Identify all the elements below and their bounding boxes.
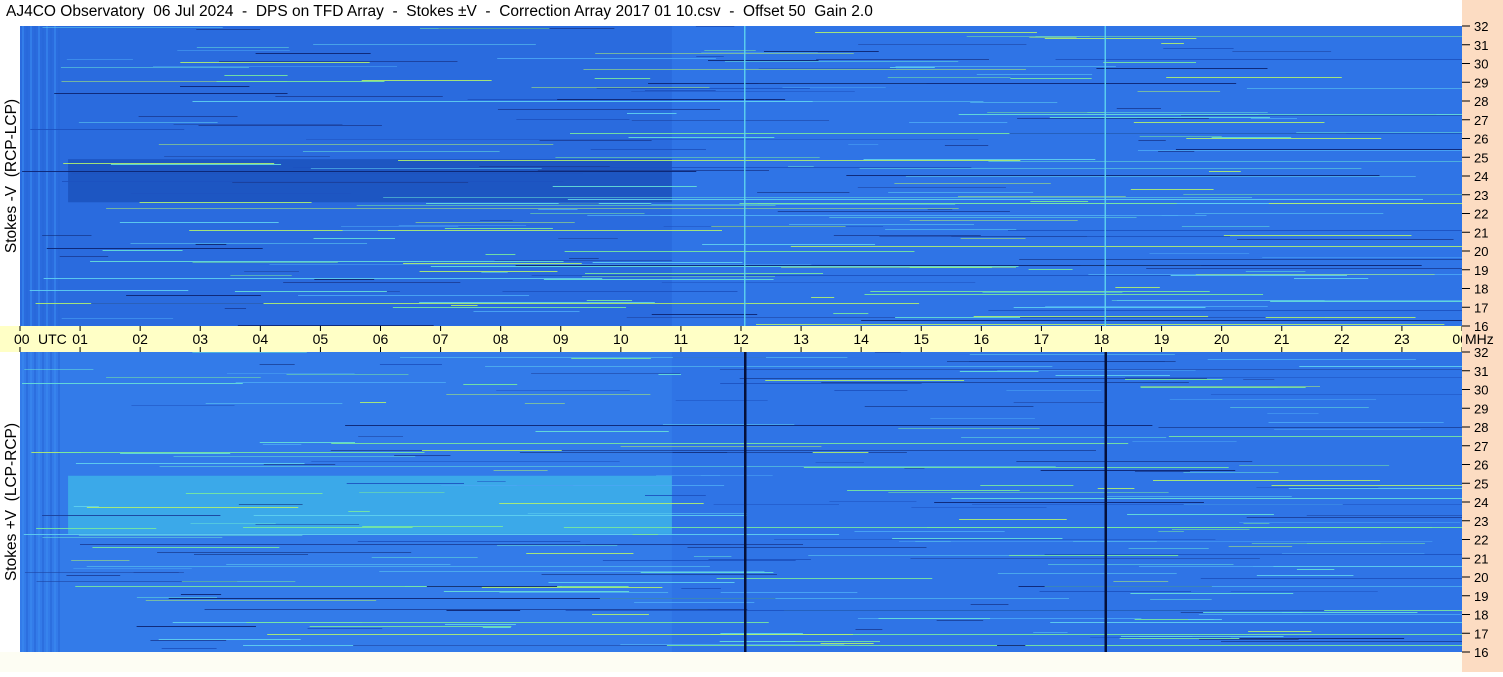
utc-tick-label: 17	[1034, 331, 1050, 347]
mhz-tick-label: 22	[1474, 207, 1488, 222]
utc-tick-label: 07	[433, 331, 449, 347]
mhz-tick-label: 30	[1474, 383, 1488, 398]
utc-tick-label: 16	[974, 331, 990, 347]
mhz-tick-label: 18	[1474, 282, 1488, 297]
bottom-margin	[0, 652, 1462, 672]
utc-tick-label: 19	[1154, 331, 1170, 347]
mhz-tick-label: 18	[1474, 608, 1488, 623]
utc-tick-label: 22	[1334, 331, 1350, 347]
mhz-tick-label: 20	[1474, 244, 1488, 259]
mhz-tick-label: 19	[1474, 589, 1488, 604]
utc-unit-label: UTC	[38, 331, 67, 347]
mhz-tick-label: 21	[1474, 225, 1488, 240]
mhz-tick-label: 21	[1474, 551, 1488, 566]
mhz-tick-label: 29	[1474, 75, 1488, 90]
mhz-tick-label: 32	[1474, 19, 1488, 34]
utc-tick-label: 14	[853, 331, 869, 347]
top-panel-ylabel: Stokes -V (RCP-LCP)	[3, 98, 20, 254]
mhz-tick-label: 20	[1474, 570, 1488, 585]
chart-title: AJ4CO Observatory 06 Jul 2024 - DPS on T…	[6, 3, 873, 20]
utc-time-axis: 00 01 02 03 04 05 06 07 08 09 10 11 12 13 14 15 16 17 18 19…	[0, 326, 1468, 352]
mhz-tick-label: 19	[1474, 263, 1488, 278]
mhz-tick-label: 32	[1474, 345, 1488, 360]
mhz-tick-label: 27	[1474, 439, 1488, 454]
utc-tick-label: 18	[1094, 331, 1110, 347]
utc-tick-label: 13	[793, 331, 809, 347]
utc-tick-label: 00	[1452, 331, 1462, 347]
utc-tick-label: 21	[1274, 331, 1290, 347]
mhz-tick-label: 16	[1474, 645, 1488, 660]
mhz-tick-label: 27	[1474, 113, 1488, 128]
frequency-axis: MHz1617181920212223242526272829303132161…	[1462, 19, 1494, 660]
utc-tick-label: 01	[72, 331, 88, 347]
utc-tick-label: 09	[553, 331, 569, 347]
utc-tick-label: 00	[14, 331, 30, 347]
utc-tick-label: 06	[373, 331, 389, 347]
utc-tick-label: 08	[493, 331, 509, 347]
utc-tick-label: 23	[1394, 331, 1410, 347]
bottom-panel-ylabel: Stokes +V (LCP-RCP)	[3, 422, 20, 582]
mhz-tick-label: 16	[1474, 319, 1488, 334]
mhz-tick-label: 31	[1474, 38, 1488, 53]
mhz-tick-label: 25	[1474, 150, 1488, 165]
mhz-tick-label: 29	[1474, 401, 1488, 416]
top-spectrogram-stokes-minus-v	[20, 26, 1462, 326]
utc-tick-label: 20	[1214, 331, 1230, 347]
mhz-tick-label: 28	[1474, 420, 1488, 435]
utc-tick-label: 15	[913, 331, 929, 347]
utc-tick-label: 05	[313, 331, 329, 347]
mhz-tick-label: 23	[1474, 514, 1488, 529]
mhz-tick-label: 17	[1474, 626, 1488, 641]
mhz-tick-label: 24	[1474, 169, 1488, 184]
frequency-axis-strip: MHz 16 17 18 19 20 21 22 23 24 25 26 27 28 29 30 31 32 16 1…	[1462, 0, 1503, 672]
mhz-tick-label: 26	[1474, 132, 1488, 147]
utc-tick-label: 03	[192, 331, 208, 347]
mhz-tick-label: 17	[1474, 300, 1488, 315]
mhz-tick-label: 23	[1474, 188, 1488, 203]
utc-tick-label: 02	[132, 331, 148, 347]
utc-tick-label: 11	[674, 331, 689, 347]
mhz-tick-label: 26	[1474, 458, 1488, 473]
utc-tick-label: 10	[613, 331, 629, 347]
mhz-tick-label: 22	[1474, 533, 1488, 548]
utc-tick-label: 12	[733, 331, 749, 347]
mhz-tick-label: 24	[1474, 495, 1488, 510]
mhz-tick-label: 31	[1474, 364, 1488, 379]
mhz-tick-label: 25	[1474, 476, 1488, 491]
mhz-tick-label: 28	[1474, 94, 1488, 109]
mhz-tick-label: 30	[1474, 57, 1488, 72]
bottom-spectrogram-stokes-plus-v	[20, 352, 1462, 652]
utc-tick-label: 04	[253, 331, 269, 347]
